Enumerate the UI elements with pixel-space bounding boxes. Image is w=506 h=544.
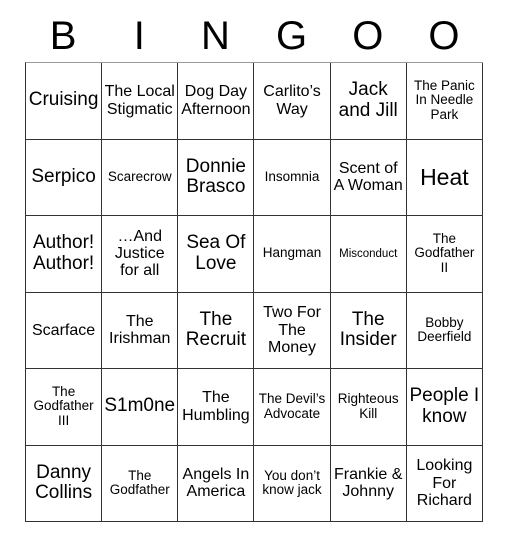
bingo-cell[interactable]: Danny Collins: [26, 445, 103, 522]
bingo-cell[interactable]: Scarecrow: [102, 139, 179, 216]
bingo-cell[interactable]: The Devil’s Advocate: [254, 369, 331, 446]
bingo-cell-label: The Godfather: [109, 467, 170, 498]
bingo-cell-label: The Local Stigmatic: [104, 83, 175, 118]
bingo-cell[interactable]: Donnie Brasco: [178, 139, 255, 216]
bingo-cell[interactable]: Scarface: [26, 292, 103, 369]
bingo-cell-label: …And Justice for all: [114, 227, 165, 280]
bingo-cell-label: Sea Of Love: [186, 232, 246, 274]
bingo-cell-label: Misconduct: [339, 247, 398, 260]
bingo-cell[interactable]: The Godfather: [102, 445, 179, 522]
bingo-cell[interactable]: Cruising: [26, 63, 103, 140]
bingo-cell-label: Danny Collins: [35, 461, 93, 504]
bingo-cell[interactable]: People I know: [406, 369, 483, 446]
bingo-cell[interactable]: The Recruit: [178, 292, 255, 369]
bingo-cell[interactable]: You don’t know jack: [254, 445, 331, 522]
bingo-row: The Godfather III S1m0ne The Humbling The D…: [26, 369, 483, 446]
header-letter-5: O: [352, 14, 384, 58]
bingo-cell[interactable]: The Humbling: [178, 369, 255, 446]
bingo-cell-label: The Panic In Needle Park: [413, 77, 475, 123]
bingo-cell-label: Hangman: [262, 245, 322, 261]
bingo-cell-label: Cruising: [28, 89, 99, 111]
bingo-row: Author! Author! …And Justice for all Sea O…: [26, 216, 483, 293]
header-letter-1: B: [49, 14, 77, 58]
bingo-cell-label: Dog Day Afternoon: [181, 83, 251, 118]
bingo-cell-label: Donnie Brasco: [185, 155, 246, 198]
bingo-cell[interactable]: Bobby Deerfield: [406, 292, 483, 369]
bingo-row: Danny Collins The Godfather Angels In Amer…: [26, 445, 483, 522]
header-letter-4: G: [276, 14, 308, 58]
bingo-cell-label: The Recruit: [185, 308, 246, 351]
bingo-cell[interactable]: The Godfather II: [406, 216, 483, 293]
bingo-cell[interactable]: Insomnia: [254, 139, 331, 216]
bingo-cell[interactable]: The Panic In Needle Park: [406, 63, 483, 140]
bingo-cell-label: Jack and Jill: [338, 79, 398, 121]
bingo-cell[interactable]: The Insider: [330, 292, 407, 369]
bingo-cell[interactable]: Carlito’s Way: [254, 63, 331, 140]
bingo-cell-label: The Godfather III: [33, 383, 94, 429]
bingo-cell-label: Carlito’s Way: [263, 83, 321, 118]
bingo-cell[interactable]: The Irishman: [102, 292, 179, 369]
bingo-cell[interactable]: Serpico: [26, 139, 103, 216]
bingo-cell[interactable]: Misconduct: [330, 216, 407, 293]
header-letter-2: I: [133, 14, 145, 58]
bingo-cell[interactable]: Hangman: [254, 216, 331, 293]
bingo-row: Serpico Scarecrow Donnie Brasco Insomnia Sce…: [26, 139, 483, 216]
bingo-cell-label: Bobby Deerfield: [417, 314, 472, 345]
bingo-cell[interactable]: Angels In America: [178, 445, 255, 522]
bingo-cell[interactable]: Heat: [406, 139, 483, 216]
bingo-cell-label: The Insider: [339, 308, 397, 351]
bingo-cell-label: The Godfather II: [414, 230, 475, 276]
bingo-cell[interactable]: Dog Day Afternoon: [178, 63, 255, 140]
bingo-cell-label: The Irishman: [109, 312, 171, 348]
bingo-cell[interactable]: Sea Of Love: [178, 216, 255, 293]
bingo-cell-label: Insomnia: [264, 168, 320, 184]
bingo-cell[interactable]: Righteous Kill: [330, 369, 407, 446]
bingo-cell[interactable]: The Godfather III: [26, 369, 103, 446]
bingo-cell-label: Angels In America: [182, 465, 250, 501]
header-letter-3: N: [200, 14, 230, 58]
bingo-cell-label: Heat: [420, 163, 469, 190]
bingo-cell-label: Righteous Kill: [337, 391, 399, 421]
bingo-cell-label: Frankie & Johnny: [333, 465, 403, 501]
bingo-cell[interactable]: The Local Stigmatic: [102, 63, 179, 140]
bingo-cell-label: Author! Author!: [32, 232, 95, 274]
bingo-grid: Cruising The Local Stigmatic Dog Day After…: [25, 62, 483, 522]
bingo-header: B I N G O O: [25, 0, 482, 62]
bingo-cell-label: Serpico: [31, 165, 96, 187]
bingo-cell-label: The Devil’s Advocate: [258, 391, 326, 421]
bingo-cell-label: Two For The Money: [263, 304, 321, 356]
bingo-cell[interactable]: Looking For Richard: [406, 445, 483, 522]
bingo-cell[interactable]: Two For The Money: [254, 292, 331, 369]
bingo-cell-label: Scarface: [32, 321, 96, 339]
bingo-cell[interactable]: Frankie & Johnny: [330, 445, 407, 522]
bingo-cell-label: Scent of A Woman: [333, 159, 403, 195]
bingo-row: Cruising The Local Stigmatic Dog Day After…: [26, 63, 483, 140]
bingo-cell-label: You don’t know jack: [262, 467, 322, 498]
bingo-cell[interactable]: Author! Author!: [26, 216, 103, 293]
bingo-card: B I N G O O Cruising The Local Stigmatic D…: [25, 0, 483, 522]
bingo-cell[interactable]: Scent of A Woman: [330, 139, 407, 216]
bingo-cell[interactable]: S1m0ne: [102, 369, 179, 446]
bingo-cell-label: Scarecrow: [107, 168, 172, 184]
bingo-cell-label: People I know: [409, 385, 480, 427]
bingo-cell-label: The Humbling: [182, 389, 250, 424]
bingo-cell[interactable]: …And Justice for all: [102, 216, 179, 293]
bingo-cell-label: S1m0ne: [104, 395, 176, 417]
bingo-cell-label: Looking For Richard: [416, 457, 473, 509]
header-letter-6: O: [428, 14, 460, 58]
bingo-row: Scarface The Irishman The Recruit Two For T…: [26, 292, 483, 369]
bingo-cell[interactable]: Jack and Jill: [330, 63, 407, 140]
